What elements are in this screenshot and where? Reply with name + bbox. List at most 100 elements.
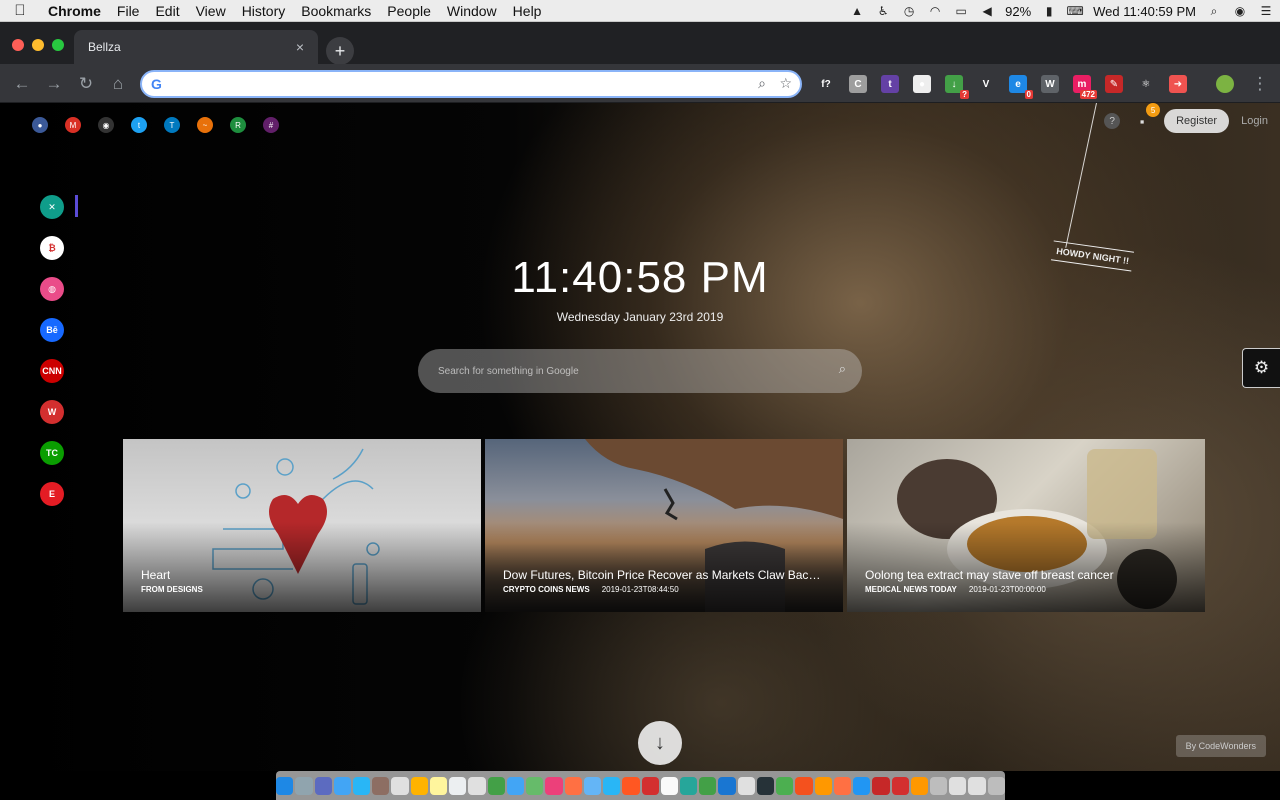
close-window-button[interactable] (12, 39, 24, 51)
dock-app-icon[interactable] (987, 776, 1005, 795)
close-tab-icon[interactable]: × (296, 39, 304, 55)
dock-app-icon[interactable] (833, 776, 852, 795)
twitch-extension-icon[interactable]: t (881, 75, 899, 93)
sidebar-item-techcrunch[interactable]: TC (40, 441, 64, 465)
minimize-window-button[interactable] (32, 39, 44, 51)
credit-badge[interactable]: By CodeWonders (1175, 735, 1266, 757)
counter-extension-icon[interactable]: m 472 (1073, 75, 1097, 99)
dock-app-icon[interactable] (756, 776, 775, 795)
vlc-icon[interactable]: ▲ (849, 4, 865, 18)
time-machine-icon[interactable]: ◷ (901, 4, 917, 18)
sidebar-item-w[interactable]: W (40, 400, 64, 424)
volume-icon[interactable]: ◀ (979, 4, 995, 18)
notification-center-icon[interactable]: ☰ (1258, 4, 1274, 18)
menu-help[interactable]: Help (505, 3, 550, 19)
dock-app-icon[interactable] (352, 776, 371, 795)
menu-bookmarks[interactable]: Bookmarks (293, 3, 379, 19)
dock-app-icon[interactable] (526, 776, 544, 795)
search-input[interactable] (438, 361, 818, 381)
dock-app-icon[interactable] (814, 776, 832, 795)
dock-app-icon[interactable] (429, 776, 448, 795)
address-bar[interactable]: G ⌕ ☆ (140, 70, 802, 98)
menu-edit[interactable]: Edit (147, 3, 187, 19)
github-link[interactable]: ◉ (98, 117, 114, 133)
analytics-link[interactable]: ~ (197, 117, 213, 133)
react-extension-icon[interactable]: ⚛ (1137, 75, 1155, 93)
battery-icon[interactable]: ▮ (1041, 4, 1057, 18)
reload-icon[interactable]: ↻ (75, 73, 97, 95)
dock-app-icon[interactable] (660, 776, 678, 795)
bookmark-star-icon[interactable]: ☆ (779, 75, 792, 92)
dock-app-icon[interactable] (276, 776, 294, 795)
spotlight-icon[interactable]: ⌕ (1206, 4, 1222, 18)
airplay-icon[interactable]: ▭ (953, 4, 969, 18)
dock-app-icon[interactable] (699, 776, 717, 795)
arrow-extension-icon[interactable]: ➜ (1169, 75, 1187, 93)
app-extension-icon[interactable]: e0 (1009, 75, 1033, 99)
dock-app-icon[interactable] (506, 776, 525, 795)
dock-app-icon[interactable] (718, 776, 736, 795)
dock-app-icon[interactable] (545, 776, 563, 795)
scroll-down-button[interactable]: ↓ (638, 721, 682, 765)
dock-app-icon[interactable] (891, 776, 909, 795)
sidebar-item-bellza[interactable]: ✕ (40, 195, 64, 219)
menu-kebab-icon[interactable]: ⋮ (1249, 73, 1271, 95)
dock-app-icon[interactable] (410, 776, 428, 795)
settings-gear-icon[interactable]: ⚙ (1242, 348, 1280, 388)
dock-app-icon[interactable] (930, 776, 948, 795)
dock-app-icon[interactable] (910, 776, 929, 795)
dock-app-icon[interactable] (795, 776, 813, 795)
url-input[interactable] (174, 74, 744, 94)
apple-menu-icon[interactable]:  (0, 2, 40, 19)
home-icon[interactable]: ⌂ (107, 73, 129, 95)
dock-app-icon[interactable] (679, 776, 698, 795)
dock-app-icon[interactable] (622, 776, 640, 795)
dock-app-icon[interactable] (776, 776, 794, 795)
dock-app-icon[interactable] (853, 776, 871, 795)
dock-app-icon[interactable] (603, 776, 621, 795)
tab-bellza[interactable]: Bellza × (74, 30, 318, 64)
menubar-clock[interactable]: Wed 11:40:59 PM (1093, 4, 1196, 19)
twitter-link[interactable]: t (131, 117, 147, 133)
c-extension-icon[interactable]: C (849, 75, 867, 93)
sidebar-item-engadget[interactable]: E (40, 482, 64, 506)
search-icon[interactable]: ⌕ (839, 361, 846, 377)
menu-app-name[interactable]: Chrome (40, 3, 109, 19)
quicklink-1[interactable]: ● (32, 117, 48, 133)
menu-window[interactable]: Window (439, 3, 505, 19)
notifications-button[interactable]: ▪ 5 (1132, 103, 1161, 131)
download-extension-icon[interactable]: ↓? (945, 75, 969, 99)
news-card[interactable]: Dow Futures, Bitcoin Price Recover as Ma… (485, 439, 843, 612)
vue-extension-icon[interactable]: V (977, 75, 995, 93)
dock-app-icon[interactable] (333, 776, 351, 795)
menu-people[interactable]: People (379, 3, 439, 19)
menu-view[interactable]: View (188, 3, 234, 19)
register-button[interactable]: Register (1164, 109, 1230, 133)
trello-link[interactable]: T (164, 117, 180, 133)
dock-app-icon[interactable] (372, 776, 390, 795)
quicklink-7[interactable]: R (230, 117, 246, 133)
back-icon[interactable]: ← (11, 73, 33, 95)
dock-app-icon[interactable] (391, 776, 409, 795)
dock-app-icon[interactable] (449, 776, 467, 795)
dock-app-icon[interactable] (641, 776, 659, 795)
dock-app-icon[interactable] (949, 776, 967, 795)
dock-app-icon[interactable] (468, 776, 486, 795)
new-tab-button[interactable]: + (326, 37, 354, 65)
zoom-window-button[interactable] (52, 39, 64, 51)
dock-app-icon[interactable] (737, 776, 755, 795)
accessibility-icon[interactable]: ♿ (875, 4, 891, 18)
dock-app-icon[interactable] (583, 776, 602, 795)
keyboard-icon[interactable]: ⌨ (1066, 4, 1083, 18)
dock-app-icon[interactable] (564, 776, 582, 795)
news-card[interactable]: Heart FROM DESIGNS (123, 439, 481, 612)
circle-extension-icon[interactable]: ● (913, 75, 931, 93)
dock-app-icon[interactable] (968, 776, 986, 795)
dock-app-icon[interactable] (314, 776, 332, 795)
fx-extension-icon[interactable]: f? (817, 75, 835, 93)
wappalyzer-extension-icon[interactable]: W (1041, 75, 1059, 93)
dock-app-icon[interactable] (295, 776, 313, 795)
sidebar-item-cnn[interactable]: CNN (40, 359, 64, 383)
siri-icon[interactable]: ◉ (1232, 4, 1248, 18)
dock-app-icon[interactable] (872, 776, 890, 795)
